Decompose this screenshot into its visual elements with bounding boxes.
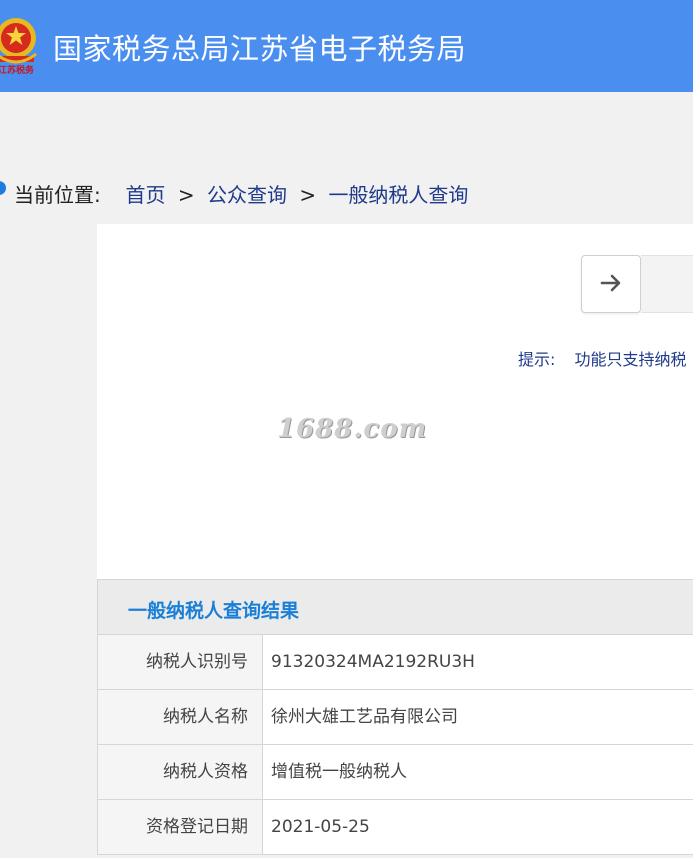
site-title: 国家税务总局江苏省电子税务局 xyxy=(53,32,467,66)
table-row: 纳税人名称 徐州大雄工艺品有限公司 xyxy=(98,690,693,745)
row-label: 纳税人资格 xyxy=(98,745,263,799)
tip-text: 提示: 功能只支持纳税 xyxy=(518,346,687,370)
row-value: 徐州大雄工艺品有限公司 xyxy=(271,707,458,727)
table-row: 资格登记日期 2021-05-25 xyxy=(98,800,693,854)
site-header: 江苏税务 国家税务总局江苏省电子税务局 xyxy=(0,0,693,92)
location-dot-icon xyxy=(0,181,6,195)
query-panel: 提示: 功能只支持纳税 1688.com xyxy=(97,224,693,580)
emblem-caption: 江苏税务 xyxy=(0,66,35,76)
row-label: 纳税人识别号 xyxy=(98,635,263,689)
search-input[interactable] xyxy=(641,255,693,313)
page: 江苏税务 国家税务总局江苏省电子税务局 当前位置: 首页 > 公众查询 > 一般… xyxy=(0,0,693,858)
result-title: 一般纳税人查询结果 xyxy=(128,600,300,622)
row-value: 2021-05-25 xyxy=(271,817,370,837)
row-value: 增值税一般纳税人 xyxy=(271,762,407,782)
breadcrumb-label: 当前位置: xyxy=(14,183,101,207)
breadcrumb-home[interactable]: 首页 xyxy=(125,183,165,207)
result-table: 一般纳税人查询结果 纳税人识别号 91320324MA2192RU3H 纳税人名… xyxy=(97,579,693,855)
table-row: 纳税人识别号 91320324MA2192RU3H xyxy=(98,635,693,690)
row-value: 91320324MA2192RU3H xyxy=(271,652,475,672)
breadcrumb-separator: > xyxy=(177,183,195,207)
breadcrumb-general-taxpayer-query[interactable]: 一般纳税人查询 xyxy=(328,183,468,207)
breadcrumb-public-query[interactable]: 公众查询 xyxy=(207,183,287,207)
tip-label: 提示: xyxy=(518,350,556,369)
row-label: 纳税人名称 xyxy=(98,690,263,744)
result-header: 一般纳税人查询结果 xyxy=(98,580,693,635)
arrow-right-icon xyxy=(600,274,621,292)
tip-message: 功能只支持纳税 xyxy=(574,350,687,369)
breadcrumb-separator: > xyxy=(299,183,317,207)
watermark: 1688.com xyxy=(277,414,428,444)
row-label: 资格登记日期 xyxy=(98,800,263,854)
submit-arrow-button[interactable] xyxy=(581,255,641,313)
breadcrumb: 当前位置: 首页 > 公众查询 > 一般纳税人查询 xyxy=(14,179,468,208)
table-row: 纳税人资格 增值税一般纳税人 xyxy=(98,745,693,800)
